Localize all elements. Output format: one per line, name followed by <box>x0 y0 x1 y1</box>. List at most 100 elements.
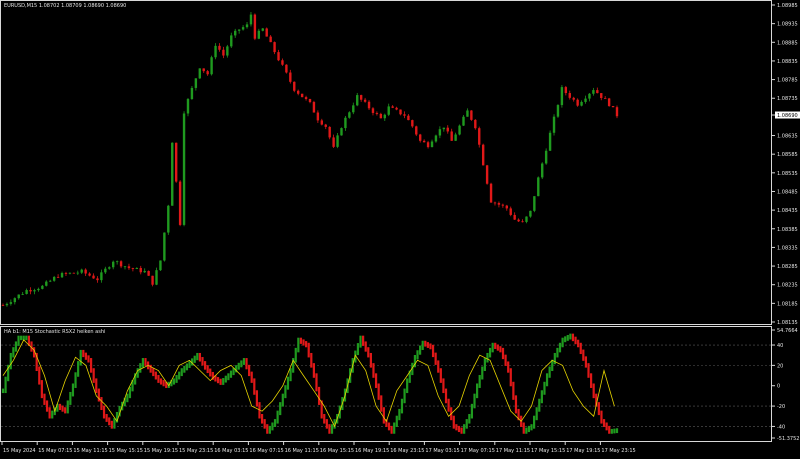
oscillator-bar <box>255 390 258 407</box>
oscillator-bar <box>105 414 108 422</box>
candle-body <box>316 112 320 121</box>
oscillator-bar <box>561 337 564 348</box>
candle-body <box>458 125 461 135</box>
oscillator-bar <box>203 361 207 370</box>
oscillator-bar <box>183 365 186 373</box>
oscillator-bar <box>473 393 476 409</box>
candle-body <box>265 28 268 37</box>
candle-body <box>45 281 48 286</box>
oscillator-bar <box>527 425 531 433</box>
candle-body <box>178 181 182 225</box>
candle-body <box>174 142 178 182</box>
oscillator-bar <box>522 422 525 434</box>
oscillator-bar <box>84 352 88 360</box>
oscillator-bar <box>499 346 502 353</box>
candle-body <box>33 290 36 292</box>
oscillator-bar <box>38 366 41 385</box>
candle-body <box>249 14 253 25</box>
candle-body <box>269 36 272 43</box>
oscillator-bar <box>299 337 303 344</box>
candle-body <box>450 131 453 141</box>
candle-body <box>281 60 284 65</box>
candle-body <box>84 269 87 274</box>
candle-body <box>135 268 139 269</box>
price-chart[interactable]: 1.08985 1.08935 1.08885 1.08835 1.08785 1.087… <box>0 0 800 459</box>
candle-body <box>493 202 497 204</box>
oscillator-bar <box>419 345 422 355</box>
candle-body <box>159 260 162 271</box>
oscillator-bar <box>356 343 360 356</box>
oscillator-bar <box>592 383 595 399</box>
oscillator-bar <box>227 373 230 381</box>
oscillator-bar <box>437 360 440 373</box>
oscillator-bar <box>43 393 46 405</box>
candle-body <box>226 46 229 56</box>
time-axis-label: 17 May 03:15 <box>425 448 459 454</box>
price-axis-label: 1.08885 <box>777 40 798 46</box>
candle-body <box>304 97 308 100</box>
oscillator-bar <box>615 428 619 434</box>
oscillator-bar <box>279 402 282 416</box>
candle-body <box>241 27 245 30</box>
candle-body <box>537 177 540 197</box>
candle-body <box>430 141 434 148</box>
price-axis-label: 1.08735 <box>777 96 798 102</box>
candle-body <box>356 95 359 106</box>
oscillator-bar <box>66 400 69 414</box>
oscillator-bar <box>496 344 499 351</box>
candle-body <box>119 261 123 267</box>
oscillator-bar <box>382 407 385 424</box>
candle-body <box>296 90 300 94</box>
candle-body <box>336 135 339 147</box>
candle-body <box>56 276 60 278</box>
oscillator-bar <box>180 368 183 377</box>
oscillator-bar <box>141 358 144 368</box>
oscillator-bar <box>175 375 178 383</box>
oscillator-bar <box>535 407 538 421</box>
oscillator-bar <box>478 375 481 388</box>
oscillator-bar <box>525 427 528 434</box>
oscillator-bar <box>584 356 588 368</box>
oscillator-bar <box>89 358 93 373</box>
oscillator-bar <box>421 340 424 350</box>
oscillator-bar <box>4 376 7 394</box>
oscillator-bar <box>367 347 370 358</box>
candle-body <box>261 28 264 31</box>
oscillator-bar <box>434 352 437 365</box>
oscillator-bar <box>154 371 157 380</box>
oscillator-bar <box>302 339 305 346</box>
candle-body <box>234 30 237 36</box>
candle-body <box>466 110 469 117</box>
oscillator-bar <box>460 427 463 434</box>
candle-body <box>273 42 276 53</box>
oscillator-bar <box>416 350 419 360</box>
oscillator-bar <box>201 357 204 366</box>
oscillator-bar <box>172 378 176 385</box>
oscillator-bar <box>494 342 497 349</box>
candle-body <box>367 101 371 109</box>
oscillator-bar <box>605 422 608 431</box>
price-axis-label: 1.08785 <box>777 78 798 84</box>
indicator-axis-label: 40 <box>777 343 783 349</box>
oscillator-bar <box>548 366 551 378</box>
oscillator-bar <box>102 405 106 419</box>
oscillator-bar <box>587 363 590 378</box>
oscillator-bar <box>398 408 401 421</box>
oscillator-bar <box>193 355 196 363</box>
oscillator-bar <box>602 419 606 427</box>
oscillator-bar <box>545 373 549 387</box>
oscillator-bar <box>387 422 391 431</box>
candle-body <box>552 116 556 133</box>
time-axis-label: 15 May 15:15 <box>109 448 143 454</box>
candle-body <box>25 290 28 294</box>
oscillator-bar <box>317 386 321 405</box>
candle-body <box>419 134 422 141</box>
time-axis-label: 16 May 15:15 <box>320 448 354 454</box>
oscillator-bar <box>323 414 326 424</box>
oscillator-bar <box>468 414 471 424</box>
oscillator-bar <box>74 372 77 388</box>
candle-body <box>312 102 316 113</box>
oscillator-bar <box>12 347 15 358</box>
price-axis-label: 1.08835 <box>777 59 798 65</box>
candle-body <box>123 266 127 268</box>
